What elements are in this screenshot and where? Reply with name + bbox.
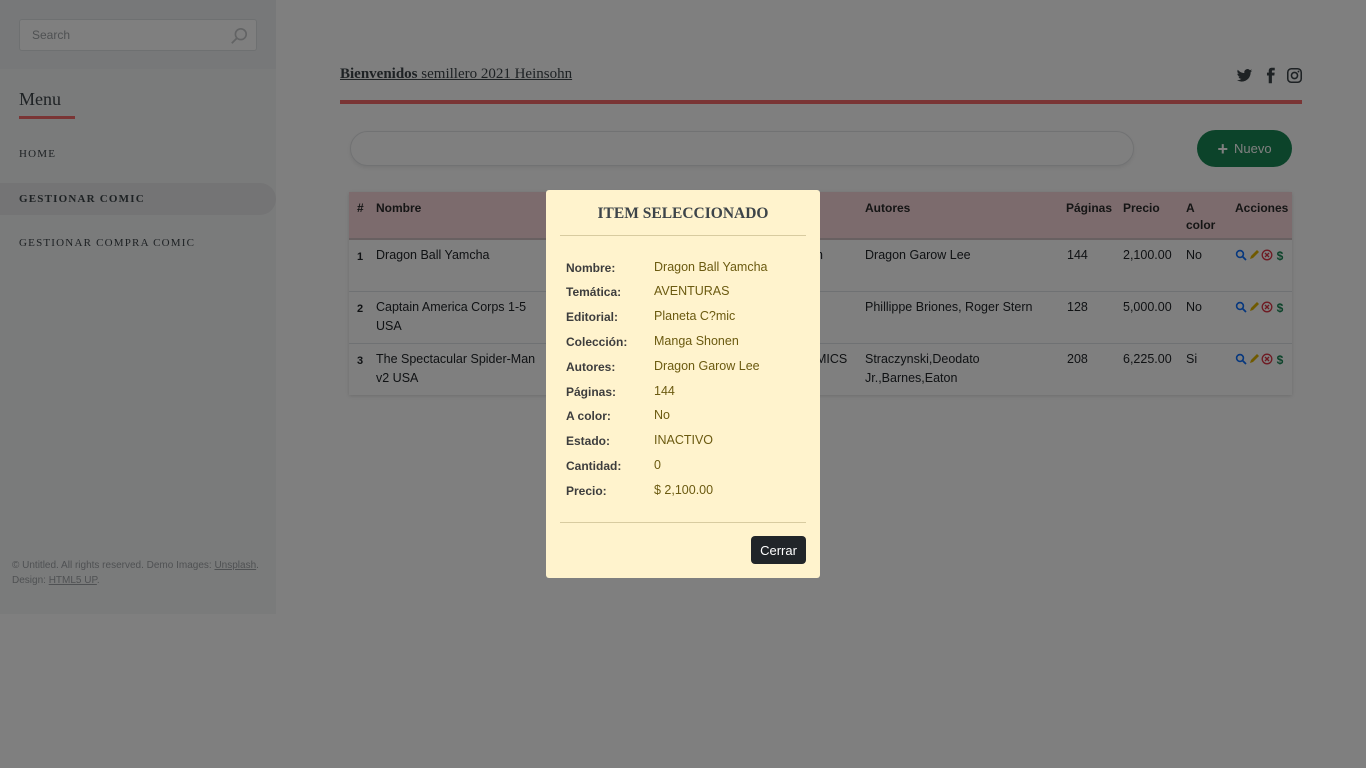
field-label-paginas: Páginas: <box>566 385 617 399</box>
close-button[interactable]: Cerrar <box>751 536 806 564</box>
field-value-paginas: 144 <box>654 384 675 398</box>
field-value-coleccion: Manga Shonen <box>654 334 739 348</box>
field-value-editorial: Planeta C?mic <box>654 309 736 323</box>
field-label-precio: Precio: <box>566 484 607 498</box>
field-value-cantidad: 0 <box>654 458 661 472</box>
field-value-precio: $ 2,100.00 <box>654 483 714 497</box>
field-label-cantidad: Cantidad: <box>566 459 622 473</box>
field-value-color: No <box>654 408 670 422</box>
modal-divider <box>560 522 806 523</box>
modal-divider <box>560 235 806 236</box>
modal-title: ITEM SELECCIONADO <box>597 205 769 222</box>
field-label-color: A color: <box>566 409 611 423</box>
item-detail-modal: ITEM SELECCIONADO Nombre: Dragon Ball Ya… <box>546 190 820 578</box>
field-value-autores: Dragon Garow Lee <box>654 359 760 373</box>
field-label-estado: Estado: <box>566 434 611 448</box>
field-value-estado: INACTIVO <box>654 433 714 447</box>
field-label-coleccion: Colección: <box>566 335 628 349</box>
field-label-tematica: Temática: <box>566 285 622 299</box>
field-value-nombre: Dragon Ball Yamcha <box>654 260 768 274</box>
field-label-editorial: Editorial: <box>566 310 619 324</box>
field-label-nombre: Nombre: <box>566 261 616 275</box>
field-value-tematica: AVENTURAS <box>654 284 730 298</box>
field-label-autores: Autores: <box>566 360 616 374</box>
